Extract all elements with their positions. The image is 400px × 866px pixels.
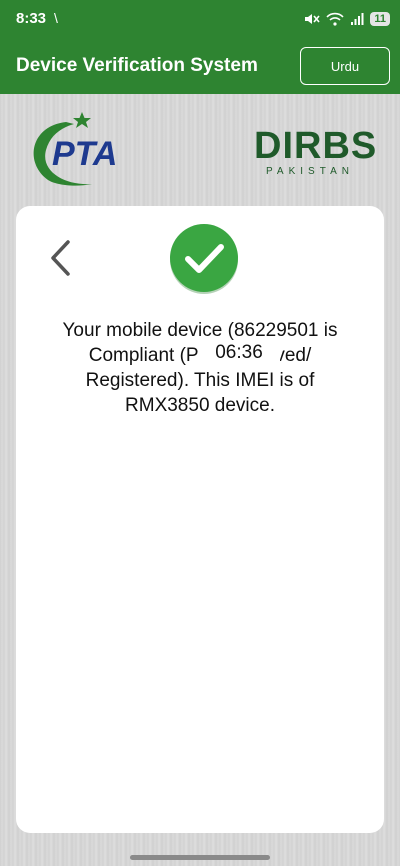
back-button[interactable]	[44, 236, 78, 280]
status-time: 8:33	[16, 10, 47, 27]
dirbs-logo-subtitle: PAKISTAN	[266, 166, 354, 177]
chevron-left-icon	[51, 240, 70, 276]
mute-icon	[305, 14, 320, 24]
check-circle-icon	[170, 224, 238, 294]
dirbs-logo-text: DIRBS	[254, 125, 377, 167]
dirbs-logo: DIRBS PAKISTAN	[254, 125, 377, 177]
status-icons: 11	[304, 9, 390, 29]
home-indicator[interactable]	[130, 855, 270, 860]
pta-logo: PTA	[33, 112, 117, 186]
notification-glyph: \	[54, 10, 58, 26]
app-bar: Device Verification System Urdu	[0, 38, 400, 94]
signal-icon	[351, 13, 364, 25]
wifi-icon	[326, 12, 344, 26]
pta-logo-text: PTA	[52, 135, 117, 173]
result-card	[16, 206, 384, 833]
status-bar: 8:33 \ 11	[0, 0, 400, 38]
urdu-language-button[interactable]: Urdu	[300, 47, 390, 85]
app-title: Device Verification System	[16, 55, 258, 76]
overlay-time: 06:36	[198, 340, 280, 366]
verification-message: Your mobile device (86229501 is Complian…	[62, 320, 338, 416]
battery-icon: 11	[370, 12, 390, 26]
